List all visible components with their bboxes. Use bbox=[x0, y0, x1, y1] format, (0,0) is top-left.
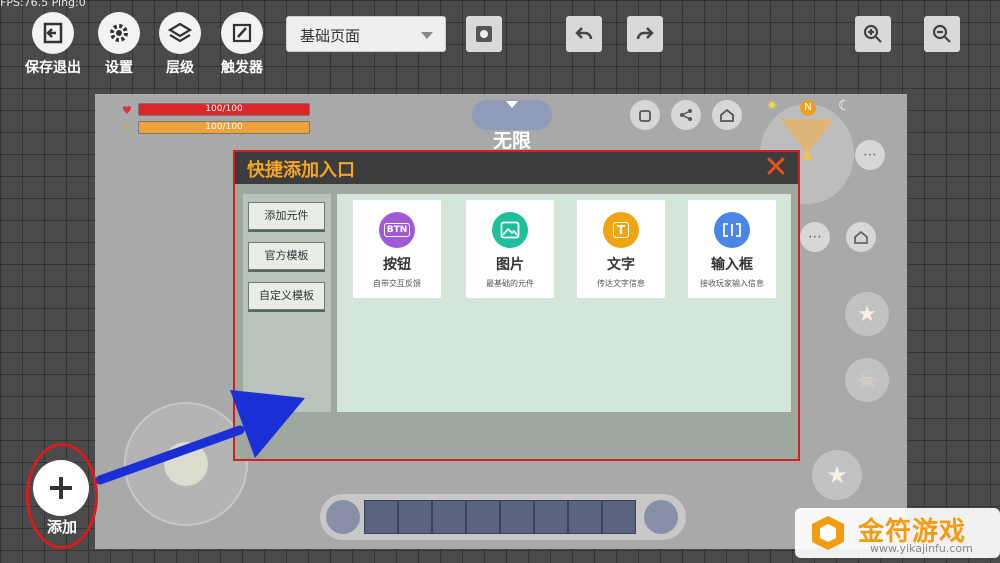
widget-card-desc: 接收玩家输入信息 bbox=[700, 279, 764, 288]
backpack-icon[interactable] bbox=[630, 100, 660, 130]
save-exit-label: 保存退出 bbox=[25, 60, 81, 76]
gear-icon bbox=[98, 12, 140, 54]
hotbar-slot[interactable] bbox=[398, 500, 432, 534]
tab-official-templates[interactable]: 官方模板 bbox=[248, 242, 325, 270]
health-bar: 100/100 bbox=[138, 103, 310, 116]
cube-logo-icon bbox=[808, 513, 848, 553]
undo-button[interactable] bbox=[566, 16, 602, 52]
exit-icon bbox=[32, 12, 74, 54]
north-marker-icon: N bbox=[800, 100, 816, 116]
layers-button[interactable]: 层级 bbox=[149, 0, 211, 77]
zoom-in-icon bbox=[863, 24, 882, 43]
chat-icon[interactable]: ⋯ bbox=[800, 222, 830, 252]
add-button[interactable] bbox=[33, 460, 89, 516]
tab-add-widget[interactable]: 添加元件 bbox=[248, 202, 325, 230]
stamina-bar: 100/100 bbox=[138, 121, 310, 134]
action-jump-icon[interactable]: ★ bbox=[812, 450, 862, 500]
action-attack-icon[interactable]: ☠ bbox=[845, 358, 889, 402]
heart-icon: ♥ bbox=[122, 104, 132, 117]
layers-label: 层级 bbox=[166, 60, 194, 76]
text-icon: T bbox=[603, 212, 639, 248]
hotbar-slot[interactable] bbox=[466, 500, 500, 534]
hotbar-slot[interactable] bbox=[500, 500, 534, 534]
close-icon[interactable]: ✕ bbox=[762, 153, 790, 183]
hotbar-slot[interactable] bbox=[432, 500, 466, 534]
trigger-label: 触发器 bbox=[221, 60, 263, 76]
home-icon[interactable] bbox=[712, 100, 742, 130]
sun-icon: ✷ bbox=[766, 98, 778, 114]
tab-custom-templates[interactable]: 自定义模板 bbox=[248, 282, 325, 310]
widget-card-desc: 自带交互反馈 bbox=[373, 279, 421, 288]
hotbar-slot[interactable] bbox=[602, 500, 636, 534]
chevron-down-icon bbox=[506, 101, 518, 108]
hotbar-slot[interactable] bbox=[364, 500, 398, 534]
widget-card-desc: 传达文字信息 bbox=[597, 279, 645, 288]
crafting-icon[interactable] bbox=[644, 500, 678, 534]
trigger-icon bbox=[221, 12, 263, 54]
widget-card-title: 输入框 bbox=[711, 257, 753, 273]
share-icon[interactable] bbox=[671, 100, 701, 130]
add-button-label: 添加 bbox=[46, 518, 77, 536]
dialog-title: 快捷添加入口 bbox=[247, 160, 355, 181]
watermark-url: www.yikajinfu.com bbox=[870, 542, 973, 555]
hotbar-slot[interactable] bbox=[534, 500, 568, 534]
zoom-out-button[interactable] bbox=[924, 16, 960, 52]
more-options-icon[interactable]: ⋯ bbox=[855, 140, 885, 170]
redo-icon bbox=[636, 27, 654, 40]
widget-grid: BTN 按钮 自带交互反馈 图片 最基础的元件 T 文字 传达文字信息 输入框 … bbox=[337, 194, 791, 412]
zoom-in-button[interactable] bbox=[855, 16, 891, 52]
undo-icon bbox=[575, 27, 593, 40]
hotbar-slot[interactable] bbox=[568, 500, 602, 534]
widget-card-title: 文字 bbox=[607, 257, 635, 273]
plus-icon bbox=[50, 477, 72, 499]
mode-label: 无限 bbox=[492, 130, 531, 152]
widget-card-button[interactable]: BTN 按钮 自带交互反馈 bbox=[353, 200, 441, 298]
button-icon: BTN bbox=[379, 212, 415, 248]
trigger-button[interactable]: 触发器 bbox=[211, 0, 273, 77]
redo-button[interactable] bbox=[627, 16, 663, 52]
annotation-arrow bbox=[95, 390, 305, 485]
dialog-header: 快捷添加入口 ✕ bbox=[235, 152, 798, 184]
house-icon[interactable] bbox=[846, 222, 876, 252]
image-icon bbox=[492, 212, 528, 248]
page-select[interactable]: 基础页面 bbox=[286, 16, 446, 52]
action-run-icon[interactable]: ★ bbox=[845, 292, 889, 336]
widget-card-title: 图片 bbox=[496, 257, 524, 273]
layers-icon bbox=[159, 12, 201, 54]
preview-button[interactable] bbox=[466, 16, 502, 52]
widget-card-text[interactable]: T 文字 传达文字信息 bbox=[577, 200, 665, 298]
chevron-down-icon bbox=[421, 32, 433, 39]
save-exit-button[interactable]: 保存退出 bbox=[22, 0, 84, 77]
settings-button[interactable]: 设置 bbox=[88, 0, 150, 77]
widget-card-desc: 最基础的元件 bbox=[486, 279, 534, 288]
widget-card-image[interactable]: 图片 最基础的元件 bbox=[466, 200, 554, 298]
page-select-value: 基础页面 bbox=[300, 27, 361, 45]
input-box-icon bbox=[714, 212, 750, 248]
moon-icon: ☾ bbox=[838, 98, 851, 114]
stamina-icon: ⚡ bbox=[122, 121, 130, 134]
widget-card-input[interactable]: 输入框 接收玩家输入信息 bbox=[688, 200, 776, 298]
zoom-out-icon bbox=[932, 24, 951, 43]
hotbar bbox=[320, 494, 686, 540]
settings-label: 设置 bbox=[105, 60, 133, 76]
preview-icon bbox=[476, 26, 492, 42]
widget-card-title: 按钮 bbox=[383, 257, 411, 273]
backpack-icon[interactable] bbox=[326, 500, 360, 534]
